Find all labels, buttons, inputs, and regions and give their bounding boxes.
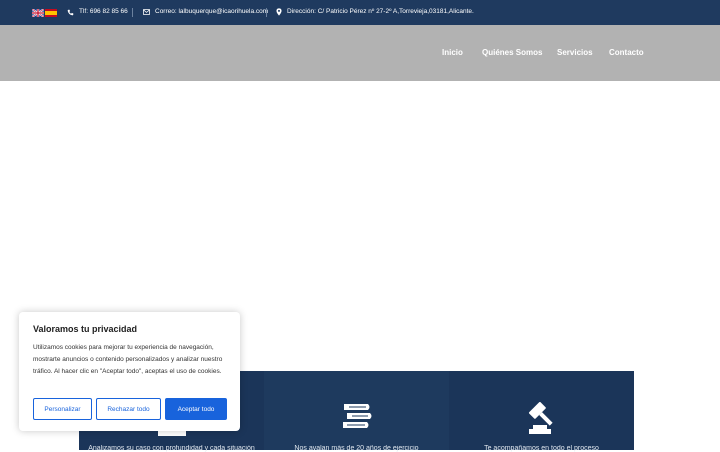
nav-link-quienes-somos[interactable]: Quiénes Somos — [482, 48, 542, 57]
divider — [132, 8, 133, 17]
nav-link-contacto[interactable]: Contacto — [609, 48, 644, 57]
gavel-icon — [528, 402, 553, 434]
feature-text: Nos avalan más de 20 años de ejercicio — [294, 445, 419, 452]
stacked-books-icon — [342, 404, 371, 428]
feature-card-support: Te acompañamos en todo el proceso — [449, 371, 634, 452]
cookie-description: Utilizamos cookies para mejorar tu exper… — [33, 344, 223, 375]
cookie-consent-dialog: Valoramos tu privacidad Utilizamos cooki… — [19, 312, 240, 431]
divider — [266, 8, 267, 17]
feature-text: Te acompañamos en todo el proceso — [484, 445, 599, 452]
main-navigation: Inicio Quiénes Somos Servicios Contacto — [0, 25, 720, 81]
top-info-bar: Tlf: 696 82 85 66 Correo: lalbuquerque@i… — [0, 0, 720, 25]
feature-card-experience: Nos avalan más de 20 años de ejercicio — [264, 371, 449, 452]
english-flag-icon[interactable] — [32, 9, 44, 17]
envelope-icon — [143, 9, 150, 15]
language-flags — [32, 9, 57, 17]
reject-all-button[interactable]: Rechazar todo — [96, 398, 161, 420]
map-pin-icon — [276, 8, 282, 16]
phone-text: Tlf: 696 82 85 66 — [79, 8, 128, 15]
feature-text: Analizamos su caso con profundidad y cad… — [88, 445, 255, 452]
address-info: Dirección: C/ Patricio Pérez nº 27-2º A,… — [276, 7, 474, 17]
spanish-flag-icon[interactable] — [45, 9, 57, 17]
nav-link-servicios[interactable]: Servicios — [557, 48, 593, 57]
customize-button[interactable]: Personalizar — [33, 398, 92, 420]
accept-all-button[interactable]: Aceptar todo — [165, 398, 227, 420]
phone-info[interactable]: Tlf: 696 82 85 66 — [67, 7, 128, 17]
address-text: Dirección: C/ Patricio Pérez nº 27-2º A,… — [287, 8, 474, 15]
email-info[interactable]: Correo: lalbuquerque@icaorihuela.com — [143, 7, 268, 17]
nav-link-inicio[interactable]: Inicio — [442, 48, 463, 57]
phone-icon — [67, 9, 74, 15]
cookie-title: Valoramos tu privacidad — [33, 324, 138, 334]
email-text: Correo: lalbuquerque@icaorihuela.com — [155, 8, 269, 15]
